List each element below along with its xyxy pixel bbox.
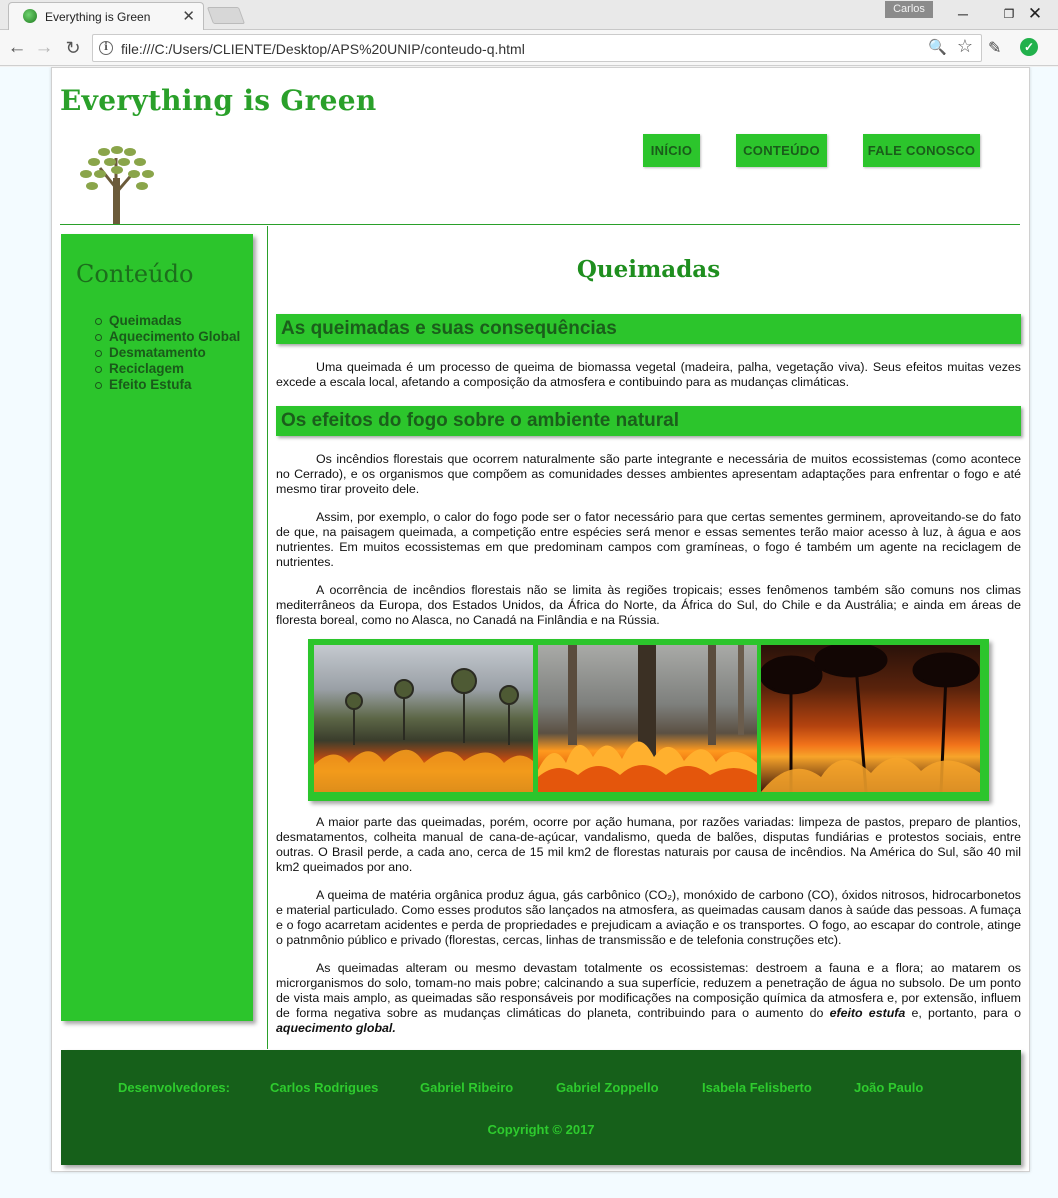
copyright: Copyright © 2017: [487, 1122, 595, 1137]
tree-logo-icon: [80, 146, 154, 224]
minimize-icon[interactable]: ─: [940, 2, 986, 26]
window-close-icon[interactable]: ✕: [1012, 2, 1058, 26]
nav-conteudo[interactable]: CONTEÚDO: [736, 134, 827, 167]
developer-name: Carlos Rodrigues: [270, 1080, 379, 1095]
paragraph: Assim, por exemplo, o calor do fogo pode…: [276, 510, 1021, 569]
aquecimento-global-emphasis: aquecimento global.: [276, 1021, 396, 1035]
night-forest-fire-image: [761, 645, 980, 792]
sidebar-item-reciclagem[interactable]: Reciclagem: [94, 361, 240, 377]
header-divider: [60, 224, 1020, 225]
developer-name: Gabriel Zoppello: [556, 1080, 659, 1095]
url-text[interactable]: file:///C:/Users/CLIENTE/Desktop/APS%20U…: [121, 41, 525, 57]
paragraph: Uma queimada é um processo de queima de …: [276, 360, 1021, 389]
page-heading: Queimadas: [576, 256, 721, 283]
paragraph: A ocorrência de incêndios florestais não…: [276, 583, 1021, 627]
back-icon[interactable]: ←: [5, 36, 29, 60]
zoom-icon[interactable]: 🔍: [928, 38, 947, 56]
developer-name: Gabriel Ribeiro: [420, 1080, 514, 1095]
sidebar: Conteúdo Queimadas Aquecimento Global De…: [61, 234, 253, 1021]
browser-tabbar: Everything is Green ✕ Carlos ─ ❐ ✕: [0, 0, 1058, 30]
site-title: Everything is Green: [60, 84, 377, 117]
fire-photo-gallery: [308, 639, 989, 801]
paragraph-connector: e, portanto, para o: [905, 1006, 1021, 1020]
address-bar[interactable]: i file:///C:/Users/CLIENTE/Desktop/APS%2…: [92, 34, 982, 62]
forest-ground-fire-image: [538, 645, 757, 792]
efeito-estufa-emphasis: efeito estufa: [829, 1006, 906, 1020]
nav-fale-conosco[interactable]: FALE CONOSCO: [863, 134, 980, 167]
new-tab-button[interactable]: [206, 7, 246, 24]
forward-icon[interactable]: →: [32, 36, 56, 60]
browser-toolbar: ← → ↻ i file:///C:/Users/CLIENTE/Desktop…: [0, 30, 1058, 66]
site-footer: Desenvolvedores: Carlos Rodrigues Gabrie…: [61, 1050, 1021, 1165]
developer-name: João Paulo: [854, 1080, 924, 1095]
column-divider: [267, 226, 268, 1049]
reload-icon[interactable]: ↻: [61, 36, 85, 60]
eyedropper-extension-icon[interactable]: ✎: [988, 38, 1001, 58]
paragraph: Os incêndios florestais que ocorrem natu…: [276, 452, 1021, 496]
paragraph-final: As queimadas alteram ou mesmo devastam t…: [276, 961, 1021, 1036]
sidebar-item-efeito-estufa[interactable]: Efeito Estufa: [94, 377, 240, 393]
browser-tab[interactable]: Everything is Green ✕: [8, 2, 204, 30]
page-container: Everything is Green INÍCIO CONTEÚDO FALE…: [51, 67, 1030, 1172]
profile-chip[interactable]: Carlos: [885, 1, 933, 18]
sidebar-item-desmatamento[interactable]: Desmatamento: [94, 345, 240, 361]
tab-close-icon[interactable]: ✕: [182, 7, 195, 25]
savanna-fire-image: [314, 645, 533, 792]
sidebar-item-queimadas[interactable]: Queimadas: [94, 313, 240, 329]
favicon-icon: [23, 9, 37, 23]
sidebar-list: Queimadas Aquecimento Global Desmatament…: [94, 313, 240, 393]
nav-inicio[interactable]: INÍCIO: [643, 134, 700, 167]
section-heading-efeitos-fogo: Os efeitos do fogo sobre o ambiente natu…: [276, 406, 1021, 436]
bookmark-star-icon[interactable]: ☆: [957, 36, 973, 57]
section-heading-consequencias: As queimadas e suas consequências: [276, 314, 1021, 344]
paragraph: A maior parte das queimadas, porém, ocor…: [276, 815, 1021, 874]
developers-label: Desenvolvedores:: [118, 1080, 230, 1095]
page-viewport: Everything is Green INÍCIO CONTEÚDO FALE…: [0, 67, 1058, 1198]
check-extension-icon[interactable]: ✓: [1020, 38, 1038, 56]
tab-title: Everything is Green: [45, 10, 151, 24]
info-icon[interactable]: i: [99, 41, 113, 55]
sidebar-title: Conteúdo: [76, 260, 194, 288]
paragraph: A queima de matéria orgânica produz água…: [276, 888, 1021, 947]
sidebar-item-aquecimento-global[interactable]: Aquecimento Global: [94, 329, 240, 345]
developer-name: Isabela Felisberto: [702, 1080, 812, 1095]
